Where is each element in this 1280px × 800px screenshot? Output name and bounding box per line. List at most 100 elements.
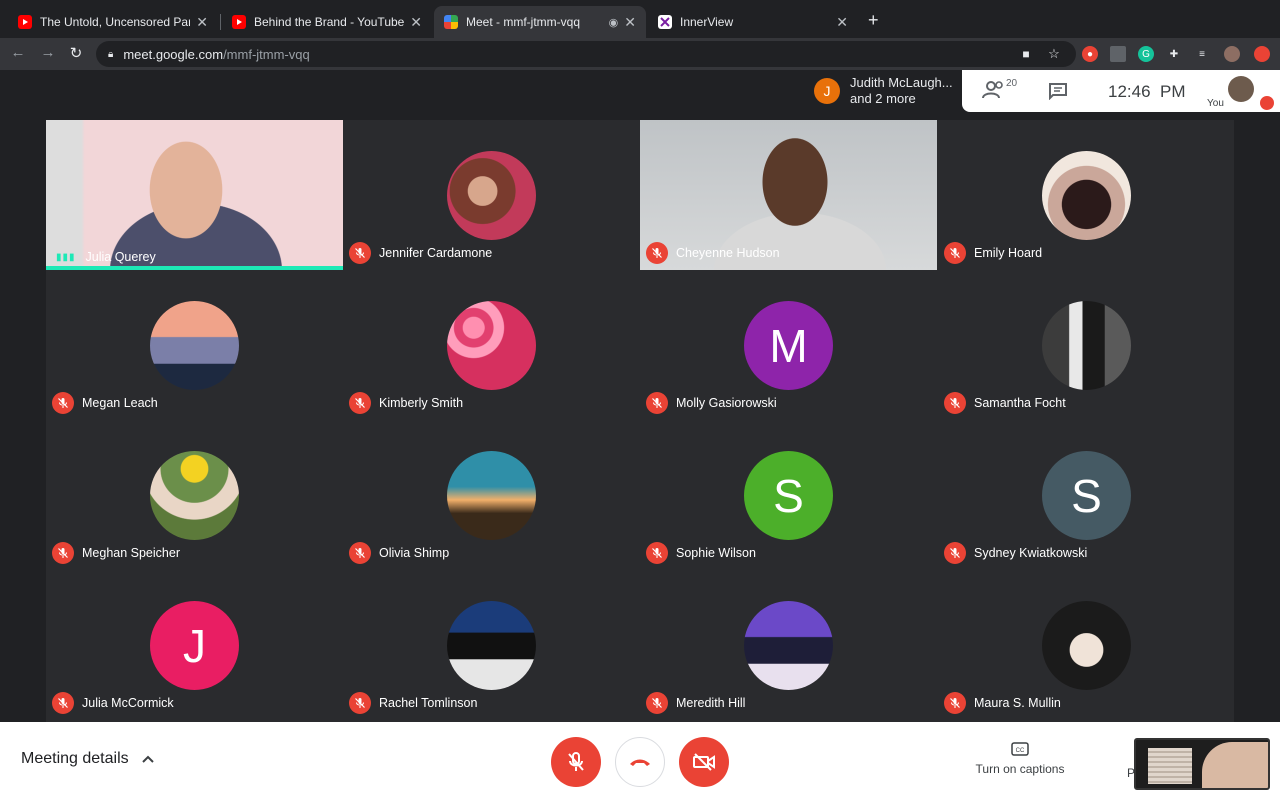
reload-icon[interactable]: ↻ xyxy=(66,44,86,62)
svg-text:CC: CC xyxy=(1016,748,1025,754)
mic-off-icon xyxy=(944,392,966,414)
mic-off-icon xyxy=(52,542,74,564)
browser-tab-1[interactable]: The Untold, Uncensored Paran ✕ xyxy=(8,6,218,38)
camera-off-icon xyxy=(693,753,715,771)
participant-name: Julia Querey xyxy=(85,250,156,264)
mic-off-icon xyxy=(52,692,74,714)
end-call-button[interactable] xyxy=(615,737,665,787)
close-icon[interactable]: ✕ xyxy=(624,14,636,31)
participant-tile[interactable]: Olivia Shimp xyxy=(343,420,640,570)
participant-tile[interactable]: Maura S. Mullin xyxy=(938,570,1235,720)
chat-button[interactable] xyxy=(1048,82,1068,105)
participant-name: Jennifer Cardamone xyxy=(379,246,493,260)
participant-video xyxy=(46,120,343,270)
participant-name: Emily Hoard xyxy=(974,246,1043,260)
mic-off-icon xyxy=(646,392,668,414)
media-icon[interactable]: ≡ xyxy=(1194,46,1210,62)
participant-name: Olivia Shimp xyxy=(379,546,450,560)
back-icon[interactable]: ← xyxy=(8,44,28,61)
participant-tile[interactable]: Meghan Speicher xyxy=(46,420,343,570)
hang-up-icon xyxy=(630,759,650,766)
participant-photo-avatar xyxy=(150,301,239,390)
participant-tile[interactable]: Rachel Tomlinson xyxy=(343,570,640,720)
captions-label: Turn on captions xyxy=(975,762,1065,776)
participant-label: Olivia Shimp xyxy=(349,542,449,564)
participant-tile[interactable]: Jennifer Cardamone xyxy=(343,120,640,270)
speaking-icon: ▮▮▮ xyxy=(56,251,76,263)
profile-avatar[interactable] xyxy=(1224,46,1240,62)
innerview-icon xyxy=(658,15,672,29)
grammarly-icon[interactable]: G xyxy=(1138,46,1154,62)
participant-initial-avatar: S xyxy=(744,451,833,540)
microphone-toggle-button[interactable] xyxy=(551,737,601,787)
camera-toggle-button[interactable] xyxy=(679,737,729,787)
mic-off-icon xyxy=(944,692,966,714)
bookmark-star-icon[interactable]: ☆ xyxy=(1046,46,1062,62)
self-avatar[interactable] xyxy=(1228,76,1254,102)
browser-tab-3[interactable]: Meet - mmf-jtmm-vqq ◉ ✕ xyxy=(434,6,646,38)
meet-top-bar: 20 12:46 PM You xyxy=(962,70,1280,112)
participant-tile[interactable]: S Sophie Wilson xyxy=(640,420,937,570)
captions-icon: CC xyxy=(1011,742,1029,756)
participant-name: Meghan Speicher xyxy=(82,546,180,560)
participant-tile[interactable]: Meredith Hill xyxy=(640,570,937,720)
participant-tile[interactable]: M Molly Gasiorowski xyxy=(640,270,937,420)
chat-icon xyxy=(1049,83,1067,101)
mic-off-icon xyxy=(52,392,74,414)
participant-initial-avatar: J xyxy=(150,601,239,690)
participant-photo-avatar xyxy=(744,601,833,690)
participant-tile[interactable]: ▮▮▮ Julia Querey xyxy=(46,120,343,270)
people-icon xyxy=(982,81,1003,99)
close-icon[interactable]: ✕ xyxy=(836,14,848,31)
presenting-indicator[interactable]: J Judith McLaugh... and 2 more xyxy=(806,70,962,112)
participant-tile[interactable]: Cheyenne Hudson xyxy=(640,120,937,270)
camera-icon[interactable]: ■ xyxy=(1018,46,1034,62)
mic-off-icon xyxy=(646,542,668,564)
browser-tab-4[interactable]: InnerView ✕ xyxy=(648,6,858,38)
self-view-background xyxy=(1148,748,1192,784)
self-muted-icon xyxy=(1260,96,1274,110)
mic-off-icon xyxy=(349,392,371,414)
extension-icon[interactable]: ● xyxy=(1082,46,1098,62)
participant-tile[interactable]: Samantha Focht xyxy=(938,270,1235,420)
participant-initial-avatar: S xyxy=(1042,451,1131,540)
participant-photo-avatar xyxy=(1042,151,1131,240)
participant-photo-avatar xyxy=(150,451,239,540)
close-icon[interactable]: ✕ xyxy=(410,14,422,31)
mic-off-icon xyxy=(944,542,966,564)
participant-photo-avatar xyxy=(1042,601,1131,690)
forward-icon[interactable]: → xyxy=(38,44,58,61)
chevron-up-icon xyxy=(141,755,154,763)
extension-icon[interactable] xyxy=(1110,46,1126,62)
browser-tab-2[interactable]: Behind the Brand - YouTube ✕ xyxy=(222,6,432,38)
participant-label: Maura S. Mullin xyxy=(944,692,1061,714)
participant-tile[interactable]: Kimberly Smith xyxy=(343,270,640,420)
participant-tile[interactable]: Emily Hoard xyxy=(938,120,1235,270)
new-tab-icon[interactable]: + xyxy=(868,10,879,31)
mic-off-icon xyxy=(568,752,584,771)
presenter-more: and 2 more xyxy=(850,91,916,106)
extension-icon[interactable] xyxy=(1254,46,1270,62)
meeting-details-label: Meeting details xyxy=(21,750,129,767)
tab-title: InnerView xyxy=(680,15,734,29)
participant-tile[interactable]: J Julia McCormick xyxy=(46,570,343,720)
participant-tile[interactable]: Megan Leach xyxy=(46,270,343,420)
participant-label: Julia McCormick xyxy=(52,692,174,714)
meeting-details-button[interactable]: Meeting details xyxy=(21,750,155,768)
address-bar[interactable]: 🔒︎ meet.google.com/mmf-jtmm-vqq xyxy=(96,41,1076,67)
close-icon[interactable]: ✕ xyxy=(196,14,208,31)
captions-button[interactable]: CC Turn on captions xyxy=(972,740,1068,776)
tab-divider xyxy=(220,14,221,30)
participant-name: Maura S. Mullin xyxy=(974,696,1061,710)
participant-label: Molly Gasiorowski xyxy=(646,392,777,414)
participants-button[interactable]: 20 xyxy=(982,78,1017,100)
participant-tile[interactable]: S Sydney Kwiatkowski xyxy=(938,420,1235,570)
participant-label: Sydney Kwiatkowski xyxy=(944,542,1087,564)
self-view-thumbnail[interactable] xyxy=(1134,738,1270,790)
puzzle-icon[interactable]: ✚ xyxy=(1166,46,1182,62)
participant-name: Meredith Hill xyxy=(676,696,746,710)
participant-label: Sophie Wilson xyxy=(646,542,756,564)
meet-bottom-bar: Meeting details CC Turn on captions P xyxy=(0,722,1280,800)
participant-label: Cheyenne Hudson xyxy=(646,242,780,264)
participant-photo-avatar xyxy=(447,151,536,240)
